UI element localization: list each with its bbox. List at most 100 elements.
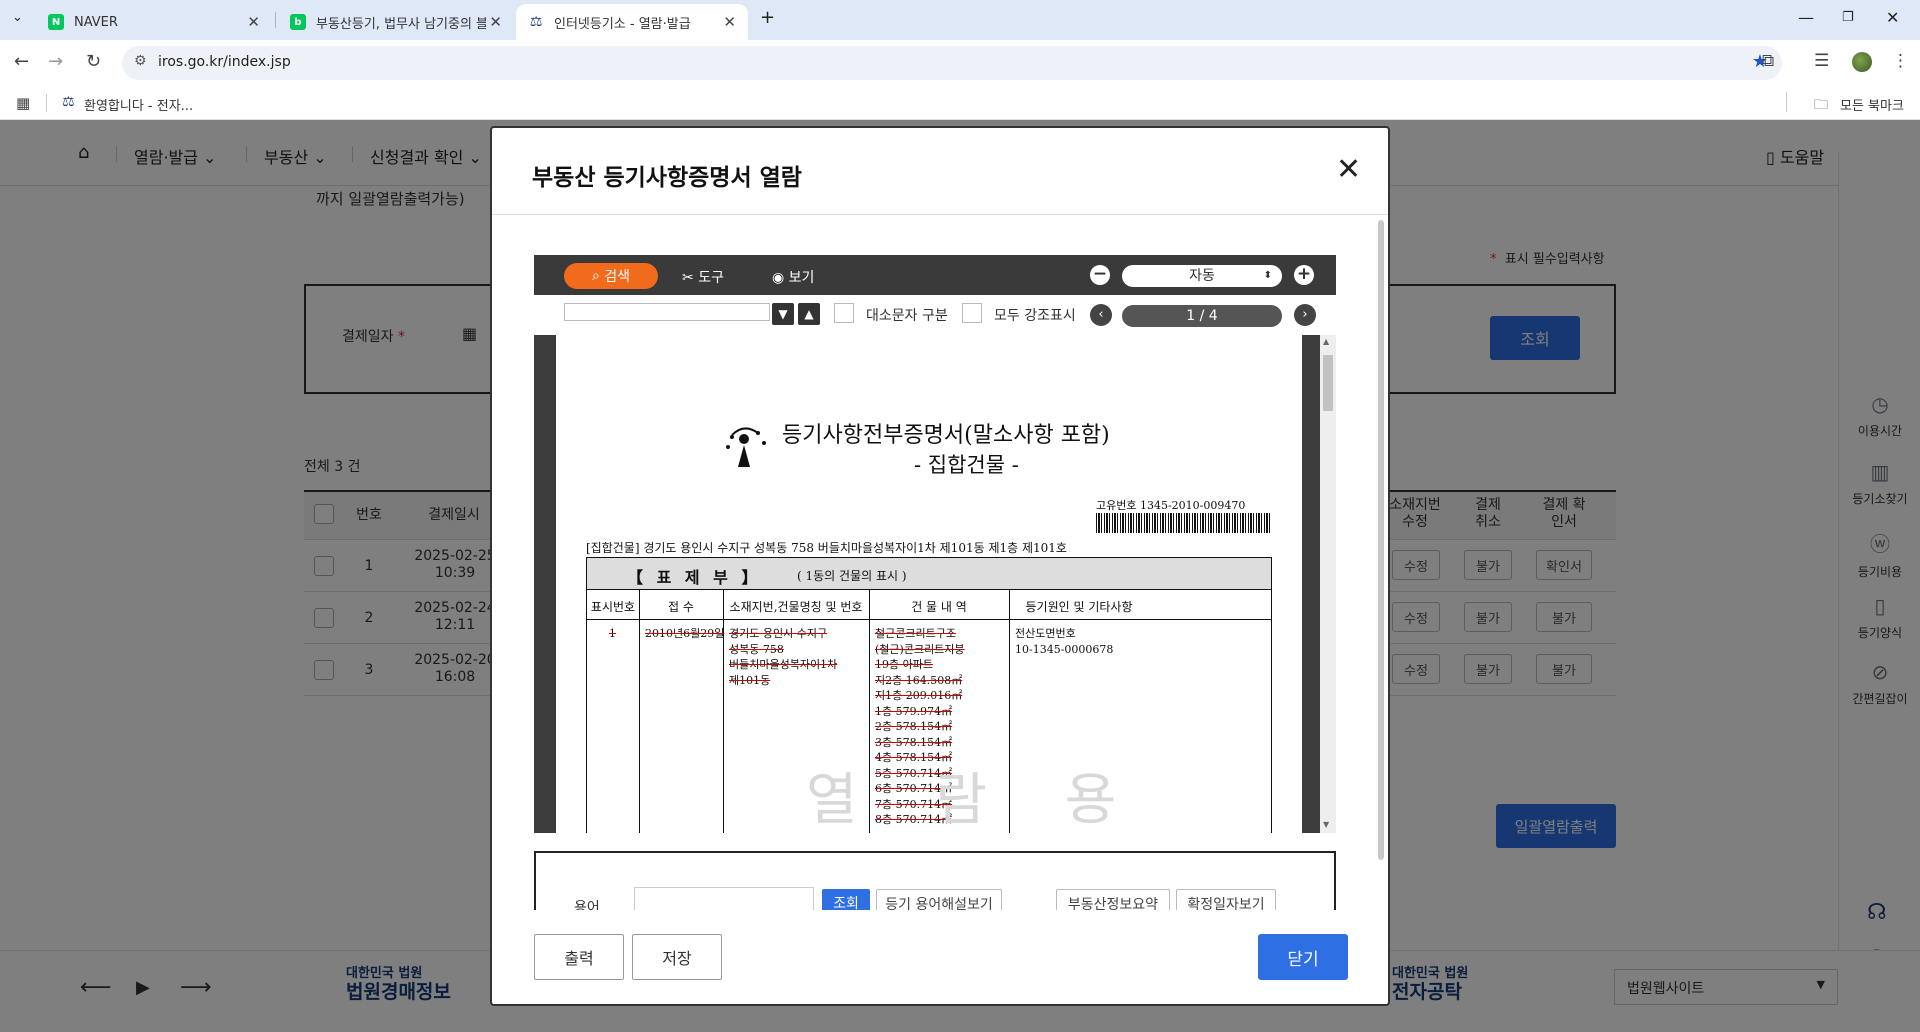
- save-button[interactable]: 저장: [632, 934, 722, 980]
- property-summary-button[interactable]: 부동산정보요약: [1056, 889, 1170, 910]
- extensions-icon[interactable]: ⧉: [1762, 51, 1774, 71]
- close-icon[interactable]: ✕: [489, 13, 502, 31]
- entry-date: 2010년6월29일: [645, 627, 725, 640]
- entry-location: 경기도 용인시 수지구 성복동 758 버들치마을성복자이1차 제101동: [729, 627, 838, 687]
- close-icon[interactable]: ✕: [1336, 152, 1361, 187]
- url-text[interactable]: iros.go.kr/index.jsp: [158, 54, 291, 70]
- browser-tab-bar: ⌄ N NAVER ✕ b 부동산등기, 법무사 남기중의 블로그 ✕ ⚖ 인터…: [0, 0, 1920, 40]
- scroll-thumb: [1323, 355, 1333, 411]
- forward-icon[interactable]: →: [48, 51, 63, 72]
- restore-icon[interactable]: ❐: [1842, 10, 1854, 25]
- find-next-icon[interactable]: ▲: [798, 303, 820, 325]
- back-icon[interactable]: ←: [14, 51, 29, 72]
- caret-icon: ⬍: [1263, 270, 1272, 281]
- barcode: [1096, 513, 1270, 533]
- eye-icon: ◉: [772, 270, 785, 286]
- divider: [46, 94, 47, 112]
- reload-icon[interactable]: ↻: [86, 51, 101, 72]
- tab-title: 부동산등기, 법무사 남기중의 블로그: [316, 16, 486, 32]
- terms-panel: 용어 조회 등기 용어해설보기 부동산정보요약 확정일자보기: [534, 851, 1336, 910]
- zoom-select[interactable]: 자동 ⬍: [1122, 265, 1282, 287]
- court-favicon-icon: ⚖: [528, 14, 544, 30]
- print-button[interactable]: 출력: [534, 934, 624, 980]
- entry-remarks: 전산도면번호 10-1345-0000678: [1015, 627, 1114, 656]
- close-icon[interactable]: ✕: [247, 13, 260, 31]
- find-prev-icon[interactable]: ▼: [772, 303, 794, 325]
- document-canvas: 등기사항전부증명서(말소사항 포함) - 집합건물 - 고유번호 1345-20…: [534, 335, 1336, 833]
- tab-title: NAVER: [74, 14, 118, 30]
- window-close-icon[interactable]: ✕: [1886, 8, 1899, 27]
- search-icon: ⌕: [591, 268, 600, 284]
- certificate-view-dialog: 부동산 등기사항증명서 열람 ✕ ⌕ 검색 ✂ 도구 ◉ 보기 − 자동 ⬍ + …: [490, 126, 1390, 1006]
- minimize-icon[interactable]: —: [1798, 8, 1814, 27]
- apps-grid-icon[interactable]: ▦: [16, 94, 30, 112]
- bookmarks-bar: ▦ ⚖ 환영합니다 - 전자... 🗀 모든 북마크: [0, 86, 1920, 120]
- highlight-all-checkbox[interactable]: [962, 303, 982, 323]
- unique-number: 고유번호 1345-2010-009470: [1096, 499, 1246, 512]
- folder-icon: 🗀: [1814, 97, 1828, 113]
- more-menu-icon[interactable]: ⋮: [1892, 51, 1909, 71]
- section-header: 표시번호 접 수 소재지번,건물명칭 및 번호 건 물 내 역 등기원인 및 기…: [587, 590, 1271, 620]
- watermark: 열 람 용: [806, 768, 1147, 833]
- terms-input[interactable]: [634, 887, 814, 910]
- column-line: [639, 590, 640, 833]
- site-info-icon[interactable]: ⚙: [134, 53, 147, 69]
- terms-label: 용어: [574, 900, 600, 910]
- highlight-all-label: 모두 강조표시: [994, 308, 1076, 324]
- entry-number: 1: [609, 627, 616, 640]
- viewer-scrollbar[interactable]: ▲ ▼: [1320, 335, 1336, 833]
- tab-separator: [275, 12, 276, 28]
- address-bar[interactable]: ⚙ iros.go.kr/index.jsp ★: [122, 46, 1782, 80]
- scroll-down-icon: ▼: [1323, 820, 1330, 829]
- zoom-out-icon[interactable]: −: [1090, 265, 1110, 285]
- pdf-viewer: ⌕ 검색 ✂ 도구 ◉ 보기 − 자동 ⬍ + ▼ ▲ 대소문자 구분 모두 강조…: [534, 255, 1336, 833]
- viewer-tools-button[interactable]: ✂ 도구: [682, 267, 724, 287]
- document-title: 등기사항전부증명서(말소사항 포함): [782, 423, 1110, 448]
- column-header: 등기원인 및 기타사항: [1025, 600, 1133, 614]
- column-header: 접 수: [668, 600, 694, 614]
- property-address: [집합건물] 경기도 용인시 수지구 성복동 758 버들치마을성복자이1차 제…: [586, 541, 1067, 555]
- divider: [1786, 92, 1787, 112]
- court-seal-icon: [726, 427, 766, 467]
- viewer-toolbar: ⌕ 검색 ✂ 도구 ◉ 보기 − 자동 ⬍ +: [534, 255, 1336, 295]
- confirm-date-button[interactable]: 확정일자보기: [1176, 889, 1276, 910]
- tools-icon: ✂: [682, 270, 694, 286]
- dialog-body: ⌕ 검색 ✂ 도구 ◉ 보기 − 자동 ⬍ + ▼ ▲ 대소문자 구분 모두 강조…: [492, 215, 1388, 910]
- avatar[interactable]: [1852, 52, 1872, 72]
- media-control-icon[interactable]: ☰: [1814, 51, 1829, 71]
- column-header: 건 물 내 역: [911, 600, 967, 614]
- naver-favicon-icon: N: [48, 14, 64, 30]
- dialog-title: 부동산 등기사항증명서 열람: [532, 165, 802, 191]
- column-header: 표시번호: [590, 600, 636, 614]
- next-page-icon[interactable]: ›: [1294, 304, 1316, 326]
- match-case-label: 대소문자 구분: [866, 308, 948, 324]
- section-subtitle: ( 1동의 건물의 표시 ): [797, 569, 907, 583]
- close-button[interactable]: 닫기: [1258, 934, 1348, 980]
- close-icon[interactable]: ✕: [723, 13, 736, 31]
- tab-blog[interactable]: b 부동산등기, 법무사 남기중의 블로그 ✕: [278, 4, 514, 40]
- viewer-find-bar: ▼ ▲ 대소문자 구분 모두 강조표시 ‹ 1 / 4 ›: [534, 295, 1336, 335]
- terms-search-button[interactable]: 조회: [822, 889, 870, 910]
- tab-naver[interactable]: N NAVER ✕: [36, 4, 272, 40]
- viewer-search-button[interactable]: ⌕ 검색: [564, 263, 658, 289]
- tab-search-icon[interactable]: ⌄: [12, 10, 23, 25]
- document-page: 등기사항전부증명서(말소사항 포함) - 집합건물 - 고유번호 1345-20…: [556, 335, 1302, 833]
- document-subtitle: - 집합건물 -: [914, 453, 1019, 477]
- bookmark-item[interactable]: 환영합니다 - 전자...: [84, 95, 193, 114]
- glossary-button[interactable]: 등기 용어해설보기: [876, 889, 1002, 910]
- viewer-view-button[interactable]: ◉ 보기: [772, 267, 814, 287]
- blog-favicon-icon: b: [290, 14, 306, 30]
- section-title: 【 표 제 부 】: [627, 568, 762, 587]
- all-bookmarks[interactable]: 모든 북마크: [1840, 95, 1904, 114]
- scroll-up-icon: ▲: [1323, 337, 1330, 346]
- page-indicator[interactable]: 1 / 4: [1122, 305, 1282, 327]
- column-header: 소재지번,건물명칭 및 번호: [729, 600, 863, 614]
- zoom-in-icon[interactable]: +: [1294, 265, 1314, 285]
- plus-icon[interactable]: +: [760, 7, 775, 28]
- dialog-scrollbar[interactable]: [1378, 220, 1384, 860]
- find-input[interactable]: [564, 303, 770, 321]
- prev-page-icon[interactable]: ‹: [1090, 304, 1112, 326]
- tab-iros[interactable]: ⚖ 인터넷등기소 - 열람·발급 ✕: [516, 4, 748, 40]
- tab-title: 인터넷등기소 - 열람·발급: [554, 16, 691, 32]
- match-case-checkbox[interactable]: [834, 303, 854, 323]
